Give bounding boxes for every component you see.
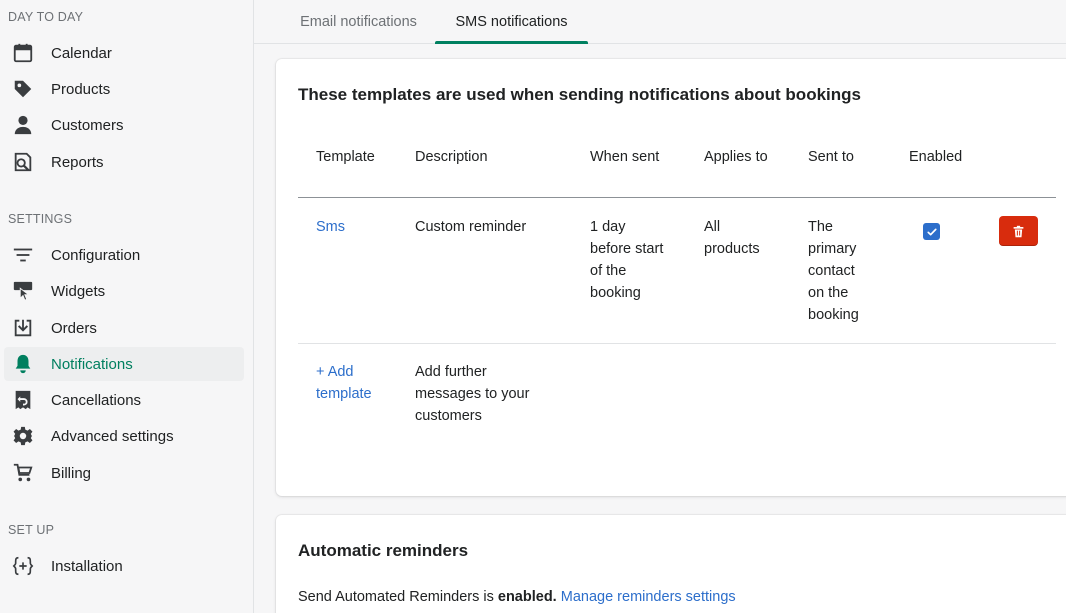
sidebar-item-reports[interactable]: Reports bbox=[4, 145, 244, 179]
code-icon bbox=[11, 554, 35, 578]
when-sent-line: booking bbox=[590, 285, 641, 301]
sidebar: DAY TO DAY Calendar Products Customers R… bbox=[0, 0, 254, 613]
sidebar-item-label: Products bbox=[51, 80, 111, 98]
sidebar-item-orders[interactable]: Orders bbox=[4, 311, 244, 345]
when-sent-line: 1 day bbox=[590, 219, 626, 235]
sent-to-line: on the bbox=[808, 285, 849, 301]
notification-tabs: Email notifications SMS notifications bbox=[254, 0, 1066, 44]
return-icon bbox=[11, 388, 35, 412]
template-when-sent: 1 day before start of the booking bbox=[590, 216, 663, 304]
tag-icon bbox=[11, 77, 35, 101]
reminders-card-heading: Automatic reminders bbox=[298, 541, 469, 560]
sidebar-item-label: Reports bbox=[51, 153, 104, 171]
sidebar-item-label: Installation bbox=[51, 557, 123, 575]
templates-card-heading: These templates are used when sending no… bbox=[298, 85, 861, 104]
trash-icon bbox=[1013, 225, 1024, 237]
sidebar-item-label: Cancellations bbox=[51, 391, 142, 409]
table-row-divider bbox=[298, 343, 1056, 344]
checkmark-icon bbox=[926, 228, 937, 235]
manage-reminders-link[interactable]: Manage reminders settings bbox=[561, 589, 736, 605]
column-header-when-sent: When sent bbox=[590, 149, 660, 165]
reminders-text-prefix: Send Automated Reminders is bbox=[298, 589, 498, 605]
add-template-line: template bbox=[316, 386, 372, 402]
bell-icon bbox=[11, 352, 35, 376]
sidebar-item-label: Customers bbox=[51, 116, 124, 134]
add-description-line: Add further bbox=[415, 364, 487, 380]
sidebar-item-advanced-settings[interactable]: Advanced settings bbox=[4, 419, 244, 453]
calendar-icon bbox=[11, 41, 35, 65]
person-icon bbox=[11, 113, 35, 137]
reminders-status-text: Send Automated Reminders is enabled. Man… bbox=[298, 589, 736, 605]
template-link-sms[interactable]: Sms bbox=[316, 216, 345, 238]
cart-icon bbox=[11, 461, 35, 485]
column-header-enabled: Enabled bbox=[909, 149, 963, 165]
when-sent-line: of the bbox=[590, 263, 627, 279]
widget-icon bbox=[11, 279, 35, 303]
templates-card: These templates are used when sending no… bbox=[276, 59, 1066, 496]
sent-to-line: contact bbox=[808, 263, 855, 279]
sidebar-item-products[interactable]: Products bbox=[4, 72, 244, 106]
enabled-checkbox[interactable] bbox=[923, 223, 940, 240]
reports-icon bbox=[11, 150, 35, 174]
tab-email-notifications[interactable]: Email notifications bbox=[272, 0, 445, 44]
sidebar-item-billing[interactable]: Billing bbox=[4, 456, 244, 490]
column-header-template: Template bbox=[316, 149, 375, 165]
sidebar-item-cancellations[interactable]: Cancellations bbox=[4, 383, 244, 417]
add-description-line: messages to your bbox=[415, 386, 530, 402]
sidebar-item-label: Billing bbox=[51, 464, 92, 482]
sent-to-line: The bbox=[808, 219, 833, 235]
sidebar-item-calendar[interactable]: Calendar bbox=[4, 36, 244, 70]
sidebar-item-label: Configuration bbox=[51, 246, 141, 264]
add-template-line: + Add bbox=[316, 364, 354, 380]
table-header-divider bbox=[298, 197, 1056, 198]
template-description: Custom reminder bbox=[415, 219, 527, 235]
reminders-status: enabled. bbox=[497, 589, 557, 605]
section-title-settings: SETTINGS bbox=[8, 212, 73, 226]
sidebar-item-label: Widgets bbox=[51, 282, 106, 300]
sidebar-item-widgets[interactable]: Widgets bbox=[4, 274, 244, 308]
inbox-icon bbox=[11, 316, 35, 340]
applies-to-line: products bbox=[704, 241, 760, 257]
when-sent-line: before start bbox=[590, 241, 664, 257]
sidebar-item-configuration[interactable]: Configuration bbox=[4, 238, 244, 272]
template-applies-to: All products bbox=[704, 216, 760, 260]
sidebar-item-installation[interactable]: Installation bbox=[4, 549, 244, 583]
sent-to-line: primary bbox=[808, 241, 857, 257]
main-content: Email notifications SMS notifications Th… bbox=[254, 0, 1066, 613]
sidebar-item-label: Calendar bbox=[51, 44, 112, 62]
template-sent-to: The primary contact on the booking bbox=[808, 216, 859, 326]
add-template-link[interactable]: + Add template bbox=[316, 361, 372, 405]
section-title-set-up: SET UP bbox=[8, 523, 55, 537]
gear-icon bbox=[11, 424, 35, 448]
sidebar-item-notifications[interactable]: Notifications bbox=[4, 347, 244, 381]
add-template-description: Add further messages to your customers bbox=[415, 361, 529, 427]
sliders-icon bbox=[11, 243, 35, 267]
delete-template-button[interactable] bbox=[999, 216, 1038, 246]
reminders-card: Automatic reminders Send Automated Remin… bbox=[276, 515, 1066, 613]
tab-sms-notifications[interactable]: SMS notifications bbox=[435, 0, 588, 44]
applies-to-line: All bbox=[704, 219, 721, 235]
section-title-day-to-day: DAY TO DAY bbox=[8, 10, 84, 24]
sidebar-item-label: Advanced settings bbox=[51, 427, 174, 445]
column-header-applies-to: Applies to bbox=[704, 149, 768, 165]
sidebar-item-label: Orders bbox=[51, 319, 97, 337]
column-header-sent-to: Sent to bbox=[808, 149, 854, 165]
sidebar-item-customers[interactable]: Customers bbox=[4, 108, 244, 142]
sent-to-line: booking bbox=[808, 307, 859, 323]
add-description-line: customers bbox=[415, 408, 482, 424]
sidebar-item-label: Notifications bbox=[51, 355, 133, 373]
column-header-description: Description bbox=[415, 149, 488, 165]
